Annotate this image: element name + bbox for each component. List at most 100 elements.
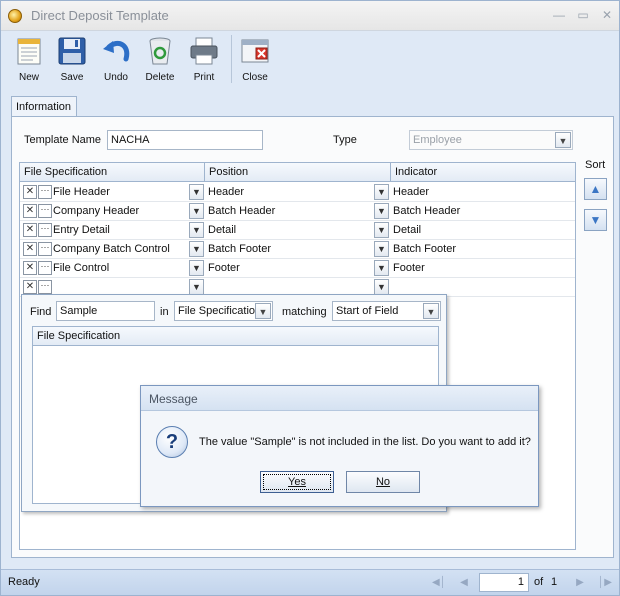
chevron-down-icon[interactable]: ▼ bbox=[189, 184, 204, 200]
sort-down-button[interactable]: ▼ bbox=[584, 209, 607, 231]
cell-position[interactable]: Footer bbox=[208, 259, 373, 278]
chevron-down-icon[interactable]: ▼ bbox=[374, 222, 389, 238]
page-of-label: of bbox=[534, 576, 544, 588]
matching-value: Start of Field bbox=[336, 305, 399, 317]
minimize-icon[interactable]: — bbox=[551, 7, 567, 23]
table-row[interactable]: ✕ ··· Company Header ▼ Batch Header ▼ Batch He… bbox=[20, 202, 575, 221]
table-row[interactable]: ✕ ··· Entry Detail ▼ Detail ▼ Detail bbox=[20, 221, 575, 240]
save-button[interactable]: Save bbox=[50, 33, 94, 87]
ellipsis-icon[interactable]: ··· bbox=[38, 242, 52, 256]
find-in-select[interactable]: File Specification ▼ bbox=[174, 301, 273, 321]
ellipsis-icon[interactable]: ··· bbox=[38, 204, 52, 218]
cell-file-specification[interactable]: Company Header bbox=[53, 202, 188, 221]
close-window-icon[interactable]: ✕ bbox=[599, 7, 615, 23]
dialog-title: Message bbox=[141, 386, 538, 411]
window-title: Direct Deposit Template bbox=[31, 8, 169, 23]
table-row[interactable]: ✕ ··· File Header ▼ Header ▼ Header bbox=[20, 183, 575, 202]
ellipsis-icon[interactable]: ··· bbox=[38, 185, 52, 199]
cell-indicator: Footer bbox=[393, 262, 425, 274]
chevron-down-icon[interactable]: ▼ bbox=[255, 303, 271, 319]
recycle-bin-icon bbox=[149, 37, 171, 65]
new-label: New bbox=[18, 72, 39, 83]
message-dialog: Message ? The value "Sample" is not incl… bbox=[140, 385, 539, 507]
matching-select[interactable]: Start of Field ▼ bbox=[332, 301, 441, 321]
dialog-message: The value "Sample" is not included in th… bbox=[199, 436, 531, 448]
undo-button[interactable]: Undo bbox=[94, 33, 138, 87]
question-icon: ? bbox=[156, 426, 188, 458]
chevron-down-icon[interactable]: ▼ bbox=[189, 279, 204, 295]
floppy-disk-icon bbox=[58, 37, 86, 65]
cell-file-specification[interactable]: File Header bbox=[53, 183, 188, 202]
delete-row-icon[interactable]: ✕ bbox=[23, 280, 37, 294]
tab-information[interactable]: Information bbox=[11, 96, 77, 117]
table-row[interactable]: ✕ ··· Company Batch Control ▼ Batch Footer ▼ B… bbox=[20, 240, 575, 259]
previous-page-icon[interactable]: ◀ bbox=[456, 575, 472, 591]
find-in-value: File Specification bbox=[178, 305, 262, 317]
sort-up-button[interactable]: ▲ bbox=[584, 178, 607, 200]
cell-position[interactable]: Header bbox=[208, 183, 373, 202]
chevron-down-icon[interactable]: ▼ bbox=[374, 260, 389, 276]
next-page-icon[interactable]: ▶ bbox=[572, 575, 588, 591]
cell-indicator: Batch Header bbox=[393, 205, 461, 217]
delete-row-icon[interactable]: ✕ bbox=[23, 261, 37, 275]
delete-row-icon[interactable]: ✕ bbox=[23, 204, 37, 218]
toolbar: New Save Undo Delete Print Close bbox=[7, 33, 607, 87]
chevron-down-icon[interactable]: ▼ bbox=[555, 132, 571, 148]
maximize-icon[interactable]: ▭ bbox=[575, 7, 591, 23]
cell-position[interactable]: Detail bbox=[208, 221, 373, 240]
chevron-down-icon[interactable]: ▼ bbox=[189, 241, 204, 257]
ellipsis-icon[interactable]: ··· bbox=[38, 261, 52, 275]
no-button[interactable]: No bbox=[346, 471, 420, 493]
yes-button[interactable]: Yes bbox=[260, 471, 334, 493]
delete-button[interactable]: Delete bbox=[138, 33, 182, 87]
cell-file-specification[interactable]: Entry Detail bbox=[53, 221, 188, 240]
ellipsis-icon[interactable]: ··· bbox=[38, 223, 52, 237]
new-button[interactable]: New bbox=[7, 33, 51, 87]
chevron-down-icon[interactable]: ▼ bbox=[374, 279, 389, 295]
find-label: Find bbox=[30, 306, 52, 318]
chevron-down-icon[interactable]: ▼ bbox=[374, 184, 389, 200]
table-row[interactable]: ✕ ··· File Control ▼ Footer ▼ Footer bbox=[20, 259, 575, 278]
delete-row-icon[interactable]: ✕ bbox=[23, 242, 37, 256]
cell-file-specification[interactable]: File Control bbox=[53, 259, 188, 278]
type-label: Type bbox=[333, 134, 357, 146]
close-button[interactable]: Close bbox=[233, 33, 277, 87]
cell-indicator: Detail bbox=[393, 224, 422, 236]
save-label: Save bbox=[60, 72, 84, 83]
page-number-input[interactable]: 1 bbox=[479, 573, 529, 592]
find-input[interactable]: Sample bbox=[56, 301, 155, 321]
close-window-red-icon bbox=[241, 39, 269, 63]
chevron-down-icon[interactable]: ▼ bbox=[189, 260, 204, 276]
chevron-down-icon[interactable]: ▼ bbox=[189, 222, 204, 238]
cell-file-specification[interactable]: Company Batch Control bbox=[53, 240, 188, 259]
print-button[interactable]: Print bbox=[182, 33, 226, 87]
template-name-input[interactable]: NACHA bbox=[107, 130, 263, 150]
template-name-label: Template Name bbox=[24, 134, 102, 146]
page-total: 1 bbox=[551, 576, 558, 588]
cell-position[interactable]: Batch Header bbox=[208, 202, 373, 221]
undo-label: Undo bbox=[104, 72, 128, 83]
cell-position[interactable]: Batch Footer bbox=[208, 240, 373, 259]
chevron-down-icon[interactable]: ▼ bbox=[374, 203, 389, 219]
column-header-file-specification[interactable]: File Specification bbox=[20, 163, 205, 182]
delete-row-icon[interactable]: ✕ bbox=[23, 223, 37, 237]
column-header-position[interactable]: Position bbox=[205, 163, 391, 182]
new-document-icon bbox=[17, 38, 41, 65]
column-header-indicator[interactable]: Indicator bbox=[391, 163, 575, 182]
grid-header: File Specification Position Indicator bbox=[20, 163, 575, 182]
chevron-down-icon[interactable]: ▼ bbox=[189, 203, 204, 219]
status-text: Ready bbox=[8, 576, 40, 588]
title-bar: Direct Deposit Template — ▭ ✕ bbox=[1, 1, 619, 31]
type-select[interactable]: Employee ▼ bbox=[409, 130, 573, 150]
chevron-down-icon[interactable]: ▼ bbox=[374, 241, 389, 257]
last-page-icon[interactable]: │▶ bbox=[597, 575, 613, 591]
ellipsis-icon[interactable]: ··· bbox=[38, 280, 52, 294]
app-icon bbox=[8, 9, 22, 23]
type-value: Employee bbox=[413, 134, 462, 146]
cell-indicator: Batch Footer bbox=[393, 243, 456, 255]
status-bar: Ready ◀│ ◀ 1 of 1 ▶ │▶ bbox=[1, 569, 619, 595]
chevron-down-icon[interactable]: ▼ bbox=[423, 303, 439, 319]
first-page-icon[interactable]: ◀│ bbox=[431, 575, 447, 591]
sort-label: Sort bbox=[585, 159, 606, 171]
delete-row-icon[interactable]: ✕ bbox=[23, 185, 37, 199]
